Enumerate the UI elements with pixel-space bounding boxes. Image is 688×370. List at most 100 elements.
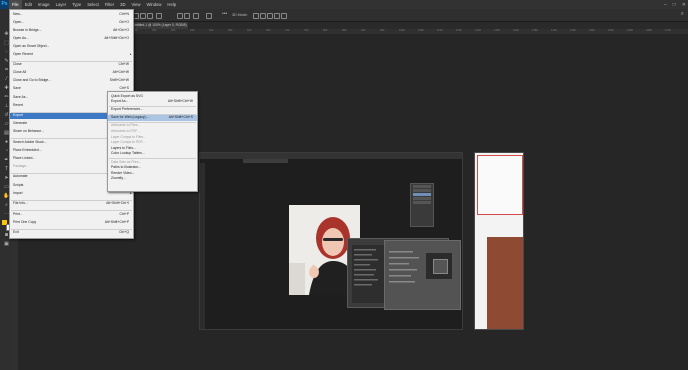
ruler-tick: 450	[190, 29, 195, 32]
menu-item-open-as[interactable]: Open As... Alt+Shift+Ctrl+O	[10, 36, 133, 42]
align-top-icon[interactable]	[156, 13, 162, 19]
menu-item-print-one-copy[interactable]: Print One Copy Alt+Shift+Ctrl+P	[10, 220, 133, 226]
scale-3d-icon[interactable]	[281, 13, 287, 19]
menu-item-label: Import	[13, 190, 23, 195]
menu-item-label: Zoomify...	[111, 176, 126, 181]
menu-select[interactable]: Select	[84, 0, 102, 9]
more-options-icon[interactable]: •••	[222, 11, 227, 17]
menu-item-new[interactable]: New... Ctrl+N	[10, 12, 133, 18]
ruler-tick: 500	[209, 29, 214, 32]
menu-item-label: Save for Web (Legacy)...	[111, 115, 149, 120]
distribute-right-icon[interactable]	[193, 13, 199, 19]
auto-align-icon[interactable]	[206, 13, 212, 19]
menu-item-label: Open...	[13, 19, 25, 24]
menu-item-print[interactable]: Print... Ctrl+P	[10, 212, 133, 218]
close-button[interactable]: ✕	[682, 2, 686, 8]
search-icon[interactable]: ⌕	[681, 11, 684, 18]
menu-item-label: Close All	[13, 70, 27, 75]
pan-3d-icon[interactable]	[267, 13, 273, 19]
maximize-button[interactable]: □	[673, 2, 676, 8]
menu-layer[interactable]: Layer	[53, 0, 69, 9]
menu-item-open-as-smart-object[interactable]: Open as Smart Object...	[10, 44, 133, 50]
menu-image[interactable]: Image	[35, 0, 53, 9]
menu-item-shortcut: Ctrl+O	[119, 19, 129, 24]
photoshop-logo-icon: Ps	[0, 0, 9, 9]
menu-item-label: Export Preferences...	[111, 107, 143, 112]
menu-item-close-and-go-to-bridge[interactable]: Close and Go to Bridge... Shift+Ctrl+W	[10, 78, 133, 84]
menu-item-zoomify[interactable]: Zoomify...	[108, 176, 197, 182]
ruler-tick: 1450	[570, 29, 576, 32]
inner-document-tab	[243, 159, 288, 163]
distribute-center-icon[interactable]	[184, 13, 190, 19]
ruler-tick: 1650	[646, 29, 652, 32]
ruler-tick: 1200	[475, 29, 481, 32]
ruler-tick: 1000	[399, 29, 405, 32]
menu-item-shortcut: Alt+Ctrl+O	[113, 27, 129, 32]
menu-item-save-for-web-legacy[interactable]: Save for Web (Legacy)... Alt+Shift+Ctrl+S	[108, 115, 197, 121]
menu-type[interactable]: Type	[69, 0, 84, 9]
export-submenu: Quick Export as SVG Export As... Alt+Shift…	[107, 91, 198, 192]
menu-edit[interactable]: Edit	[22, 0, 35, 9]
menu-item-shortcut: Alt+Shift+Ctrl+P	[104, 219, 129, 224]
menu-item-file-info[interactable]: File Info... Alt+Shift+Ctrl+I	[10, 201, 133, 207]
menu-item-open[interactable]: Open... Ctrl+O	[10, 20, 133, 26]
inner-dialog-front	[384, 240, 461, 310]
menu-help[interactable]: Help	[164, 0, 179, 9]
slide-3d-icon[interactable]	[274, 13, 280, 19]
menu-item-label: Close and Go to Bridge...	[13, 78, 52, 83]
menu-item-shortcut: Ctrl+Q	[119, 230, 129, 235]
menu-item-label: New...	[13, 11, 23, 16]
ruler-tick: 900	[361, 29, 366, 32]
align-center-icon[interactable]	[140, 13, 146, 19]
menu-3d[interactable]: 3D	[117, 0, 128, 9]
menu-item-label: Color Lookup Tables...	[111, 151, 145, 156]
ruler-tick: 950	[380, 29, 385, 32]
rotate-3d-icon[interactable]	[253, 13, 259, 19]
menu-item-export-as[interactable]: Export As... Alt+Shift+Ctrl+W	[108, 99, 197, 105]
menu-item-export-preferences[interactable]: Export Preferences...	[108, 107, 197, 113]
inner-side-panel	[474, 152, 524, 330]
align-right-icon[interactable]	[147, 13, 153, 19]
menu-item-shortcut: Ctrl+N	[119, 11, 129, 16]
menu-item-label: Place Embedded...	[13, 147, 42, 152]
menu-item-shortcut: Alt+Shift+Ctrl+O	[104, 35, 129, 40]
menu-item-label: Open Recent	[13, 51, 33, 56]
menu-item-label: File Info...	[13, 201, 28, 206]
menu-item-shortcut: Alt+Ctrl+W	[112, 70, 129, 75]
menu-item-open-recent[interactable]: Open Recent ▸	[10, 52, 133, 58]
menu-view[interactable]: View	[129, 0, 144, 9]
mode-label: 3D Mode:	[232, 13, 248, 17]
minimize-button[interactable]: –	[664, 2, 667, 8]
ruler-tick: 1700	[665, 29, 671, 32]
distribute-icon[interactable]	[177, 13, 183, 19]
menu-item-label: Save	[13, 86, 21, 91]
menu-item-browse-in-bridge[interactable]: Browse in Bridge... Alt+Ctrl+O	[10, 28, 133, 34]
menu-item-label: Open as Smart Object...	[13, 43, 50, 48]
menu-item-shortcut: Alt+Shift+Ctrl+S	[168, 115, 193, 120]
menu-item-shortcut: Shift+Ctrl+W	[109, 78, 129, 83]
ruler-tick: 1300	[513, 29, 519, 32]
document-tab[interactable]: Untitled-1 @ 100% (Layer 0, RGB/8) *	[130, 22, 188, 34]
menu-item-label: Export	[13, 113, 23, 118]
ruler-tick: 750	[304, 29, 309, 32]
menu-item-shortcut: Ctrl+P	[119, 211, 129, 216]
ruler-tick: 1150	[456, 29, 462, 32]
menu-filter[interactable]: Filter	[102, 0, 117, 9]
ruler-tick: 700	[285, 29, 290, 32]
ruler-tick: 400	[171, 29, 176, 32]
menu-item-label: Scripts	[13, 182, 24, 187]
menu-item-color-lookup-tables[interactable]: Color Lookup Tables...	[108, 151, 197, 157]
menu-file[interactable]: File	[9, 0, 22, 9]
menu-item-shortcut: Ctrl+W	[118, 62, 129, 67]
menu-item-close-all[interactable]: Close All Alt+Ctrl+W	[10, 70, 133, 76]
menu-item-exit[interactable]: Exit Ctrl+Q	[10, 230, 133, 236]
ruler-tick: 1350	[532, 29, 538, 32]
menu-window[interactable]: Window	[144, 0, 165, 9]
menu-item-close[interactable]: Close Ctrl+W	[10, 62, 133, 68]
menu-item-label: Close	[13, 62, 22, 67]
menu-item-label: Package...	[13, 163, 30, 168]
ruler-tick: 1600	[627, 29, 633, 32]
roll-3d-icon[interactable]	[260, 13, 266, 19]
screen-mode-icon[interactable]: ▣	[3, 241, 10, 248]
menu-item-label: Revert	[13, 102, 23, 107]
